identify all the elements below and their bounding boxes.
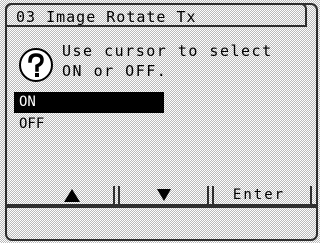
prompt-line-1: Use cursor to select — [62, 42, 273, 60]
prompt-line-2: ON or OFF. — [62, 62, 168, 80]
softkey-divider — [5, 186, 7, 204]
softkey-divider — [310, 186, 312, 204]
softkey-divider — [118, 186, 120, 204]
option-off[interactable]: OFF — [14, 114, 164, 135]
dialog-title: 03 Image Rotate Tx — [16, 8, 197, 26]
cursor-up-button[interactable] — [32, 186, 112, 204]
question-mark-icon — [19, 48, 53, 82]
lcd-screen: 03 Image Rotate Tx Use cursor to select … — [0, 0, 320, 243]
dialog-title-bar: 03 Image Rotate Tx — [5, 3, 307, 27]
softkey-bar: Enter — [5, 186, 318, 206]
up-arrow-icon — [64, 189, 80, 202]
footer-divider — [5, 206, 318, 208]
down-arrow-icon — [157, 189, 171, 201]
enter-label: Enter — [232, 187, 286, 203]
softkey-divider — [207, 186, 209, 204]
enter-button[interactable]: Enter — [217, 186, 301, 204]
cursor-down-button[interactable] — [122, 186, 206, 204]
option-on[interactable]: ON — [14, 92, 164, 113]
softkey-divider — [212, 186, 214, 204]
softkey-divider — [113, 186, 115, 204]
